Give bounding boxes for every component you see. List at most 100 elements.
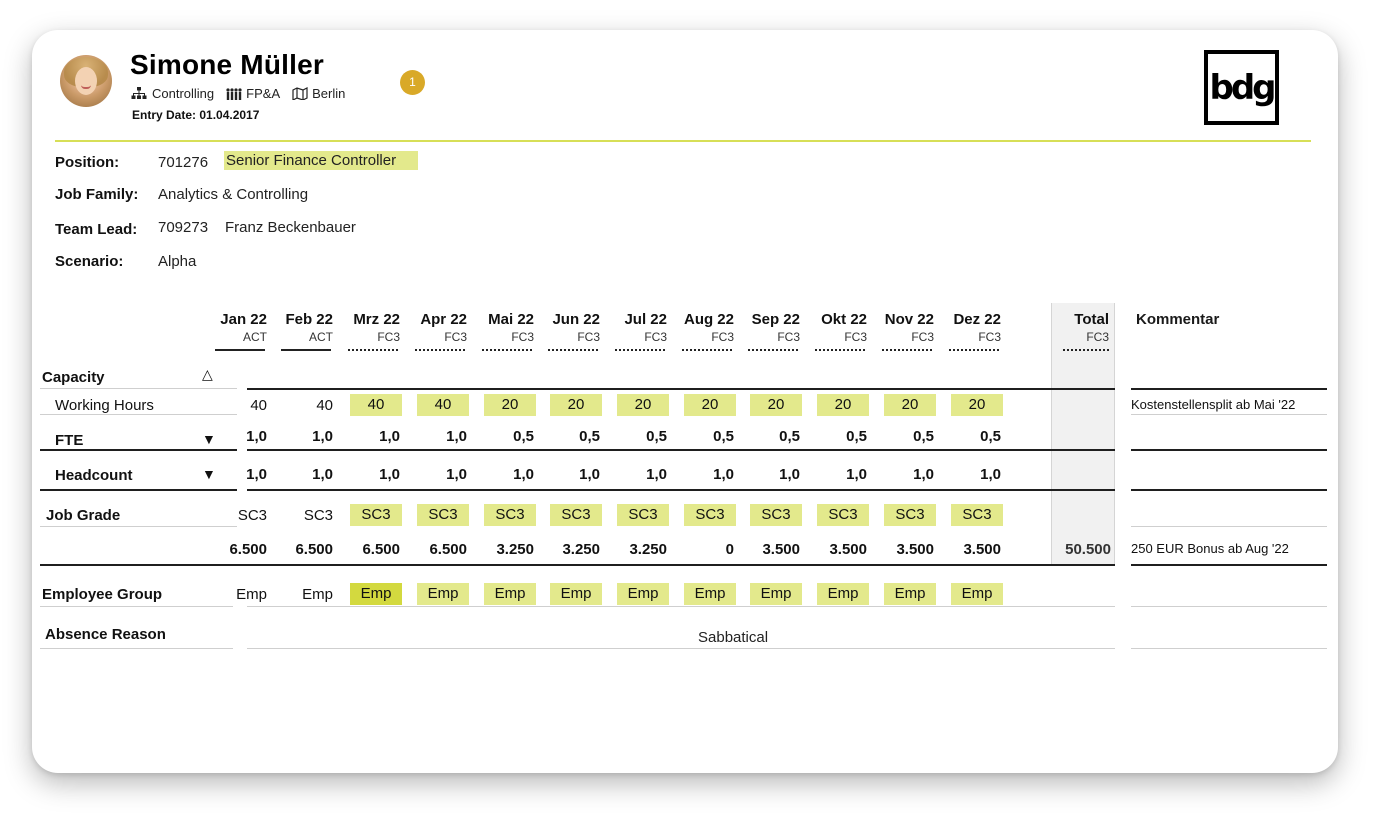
month-type: ACT xyxy=(309,330,333,344)
employee-group-cell[interactable]: Emp xyxy=(484,583,536,605)
fte-cell[interactable]: 0,5 xyxy=(817,428,867,445)
job-grade-cell[interactable]: SC3 xyxy=(884,504,936,526)
expand-fte-icon[interactable]: ▼ xyxy=(202,431,216,447)
amount-cell[interactable]: 6.500 xyxy=(417,541,467,558)
scenario-value[interactable]: Alpha xyxy=(158,253,196,270)
amount-cell[interactable]: 3.500 xyxy=(817,541,867,558)
employee-group-cell[interactable]: Emp xyxy=(217,586,267,603)
month-type: ACT xyxy=(243,330,267,344)
job-grade-cell[interactable]: SC3 xyxy=(750,504,802,526)
working-hours-comment[interactable]: Kostenstellensplit ab Mai '22 xyxy=(1131,397,1295,412)
headcount-cell[interactable]: 1,0 xyxy=(217,466,267,483)
month-header: Okt 22 xyxy=(821,311,867,328)
headcount-cell[interactable]: 1,0 xyxy=(884,466,934,483)
employee-group-cell[interactable]: Emp xyxy=(617,583,669,605)
job-grade-cell[interactable]: SC3 xyxy=(684,504,736,526)
amounts-comment[interactable]: 250 EUR Bonus ab Aug '22 xyxy=(1131,541,1289,556)
job-grade-cell[interactable]: SC3 xyxy=(417,504,469,526)
amount-cell[interactable]: 6.500 xyxy=(350,541,400,558)
fte-cell[interactable]: 0,5 xyxy=(884,428,934,445)
fte-cell[interactable]: 0,5 xyxy=(750,428,800,445)
headcount-cell[interactable]: 1,0 xyxy=(283,466,333,483)
employee-group-cell[interactable]: Emp xyxy=(350,583,402,605)
month-type: FC3 xyxy=(577,330,600,344)
working-hours-cell[interactable]: 40 xyxy=(350,394,402,416)
working-hours-cell[interactable]: 20 xyxy=(817,394,869,416)
amount-cell[interactable]: 0 xyxy=(684,541,734,558)
amount-cell[interactable]: 3.500 xyxy=(750,541,800,558)
amount-cell[interactable]: 3.500 xyxy=(951,541,1001,558)
working-hours-cell[interactable]: 20 xyxy=(884,394,936,416)
headcount-cell[interactable]: 1,0 xyxy=(550,466,600,483)
fte-cell[interactable]: 1,0 xyxy=(417,428,467,445)
headcount-cell[interactable]: 1,0 xyxy=(350,466,400,483)
department-label: Controlling xyxy=(152,86,215,101)
org-chart-icon xyxy=(131,87,147,99)
job-grade-label: Job Grade xyxy=(46,507,121,524)
working-hours-label: Working Hours xyxy=(55,397,154,414)
job-grade-cell[interactable]: SC3 xyxy=(550,504,602,526)
avatar[interactable] xyxy=(60,55,112,107)
position-title[interactable]: Senior Finance Controller xyxy=(224,151,419,170)
working-hours-cell[interactable]: 20 xyxy=(750,394,802,416)
headcount-cell[interactable]: 1,0 xyxy=(817,466,867,483)
job-grade-cell[interactable]: SC3 xyxy=(283,507,333,524)
headcount-cell[interactable]: 1,0 xyxy=(484,466,534,483)
amount-cell[interactable]: 6.500 xyxy=(217,541,267,558)
month-underline xyxy=(348,349,398,351)
employee-group-cell[interactable]: Emp xyxy=(817,583,869,605)
month-header: Aug 22 xyxy=(683,311,734,328)
employee-group-cell[interactable]: Emp xyxy=(550,583,602,605)
employee-name: Simone Müller xyxy=(130,49,324,80)
working-hours-cell[interactable]: 20 xyxy=(550,394,602,416)
fte-cell[interactable]: 0,5 xyxy=(951,428,1001,445)
company-logo: bdg xyxy=(1204,50,1279,125)
working-hours-cell[interactable]: 40 xyxy=(417,394,469,416)
employee-group-cell[interactable]: Emp xyxy=(884,583,936,605)
employee-group-cell[interactable]: Emp xyxy=(417,583,469,605)
fte-cell[interactable]: 0,5 xyxy=(684,428,734,445)
month-header: Sep 22 xyxy=(751,311,800,328)
fte-cell[interactable]: 1,0 xyxy=(217,428,267,445)
employee-group-cell[interactable]: Emp xyxy=(951,583,1003,605)
headcount-cell[interactable]: 1,0 xyxy=(951,466,1001,483)
job-grade-cell[interactable]: SC3 xyxy=(817,504,869,526)
job-grade-cell[interactable]: SC3 xyxy=(951,504,1003,526)
working-hours-cell[interactable]: 40 xyxy=(217,397,267,414)
amount-cell[interactable]: 3.250 xyxy=(484,541,534,558)
working-hours-cell[interactable]: 20 xyxy=(484,394,536,416)
working-hours-cell[interactable]: 20 xyxy=(951,394,1003,416)
headcount-cell[interactable]: 1,0 xyxy=(684,466,734,483)
working-hours-cell[interactable]: 20 xyxy=(617,394,669,416)
job-grade-cell[interactable]: SC3 xyxy=(484,504,536,526)
headcount-cell[interactable]: 1,0 xyxy=(750,466,800,483)
working-hours-cell[interactable]: 20 xyxy=(684,394,736,416)
amount-cell[interactable]: 3.250 xyxy=(550,541,600,558)
employee-group-cell[interactable]: Emp xyxy=(684,583,736,605)
amount-cell[interactable]: 3.250 xyxy=(617,541,667,558)
header-divider xyxy=(55,140,1311,142)
absence-reason-value[interactable]: Sabbatical xyxy=(698,629,768,646)
fte-cell[interactable]: 0,5 xyxy=(550,428,600,445)
fte-cell[interactable]: 0,5 xyxy=(617,428,667,445)
month-underline xyxy=(548,349,598,351)
headcount-cell[interactable]: 1,0 xyxy=(617,466,667,483)
job-grade-cell[interactable]: SC3 xyxy=(217,507,267,524)
fte-cell[interactable]: 1,0 xyxy=(350,428,400,445)
job-grade-cell[interactable]: SC3 xyxy=(617,504,669,526)
employee-group-cell[interactable]: Emp xyxy=(750,583,802,605)
headcount-cell[interactable]: 1,0 xyxy=(417,466,467,483)
fte-cell[interactable]: 1,0 xyxy=(283,428,333,445)
notification-badge[interactable]: 1 xyxy=(400,70,425,95)
expand-headcount-icon[interactable]: ▼ xyxy=(202,466,216,482)
employee-group-cell[interactable]: Emp xyxy=(283,586,333,603)
total-header: Total xyxy=(1074,311,1109,328)
team-lead-name[interactable]: Franz Beckenbauer xyxy=(225,219,356,236)
amount-cell[interactable]: 3.500 xyxy=(884,541,934,558)
position-id: 701276 xyxy=(158,154,209,171)
collapse-up-icon[interactable]: △ xyxy=(202,366,213,383)
amount-cell[interactable]: 6.500 xyxy=(283,541,333,558)
working-hours-cell[interactable]: 40 xyxy=(283,397,333,414)
job-grade-cell[interactable]: SC3 xyxy=(350,504,402,526)
fte-cell[interactable]: 0,5 xyxy=(484,428,534,445)
